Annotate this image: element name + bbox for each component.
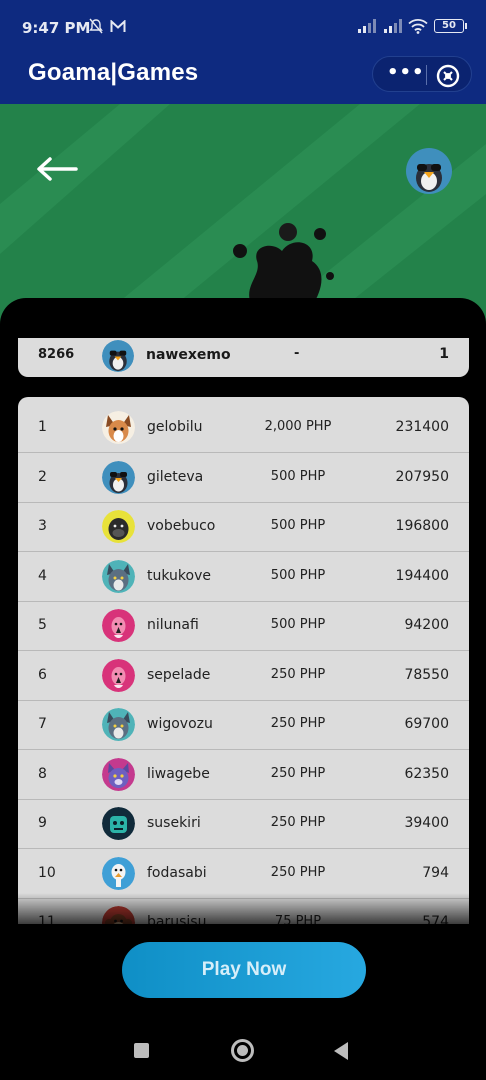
leaderboard-list[interactable]: 1 gelobilu 2,000 PHP 231400 2 gileteva 500 PHP… — [18, 397, 469, 924]
player-name: sepelade — [147, 666, 211, 683]
signal-icon — [358, 19, 376, 33]
avatar — [102, 856, 135, 890]
player-name: liwagebe — [147, 765, 210, 782]
home-icon[interactable] — [231, 1039, 254, 1062]
rank: 10 — [38, 864, 56, 881]
score: 94200 — [404, 617, 449, 633]
more-icon[interactable]: ••• — [387, 64, 424, 83]
prize: 250 PHP — [270, 765, 326, 781]
prize: 500 PHP — [270, 617, 326, 632]
leaderboard-row: 9 susekiri 250 PHP 39400 — [18, 799, 469, 849]
status-bar: 9:47 PM 50 — [0, 0, 486, 46]
player-name: tukukove — [147, 567, 211, 584]
avatar — [102, 609, 135, 642]
close-circle-icon[interactable] — [435, 63, 461, 89]
rank: 7 — [38, 716, 47, 732]
score: 194400 — [395, 567, 449, 584]
prize: 500 PHP — [270, 518, 326, 533]
prize: 500 PHP — [270, 468, 326, 484]
signal-icon — [384, 19, 402, 33]
rank: 6 — [38, 666, 47, 683]
mini-app-capsule: ••• — [372, 56, 472, 92]
score: 231400 — [395, 419, 449, 435]
leaderboard-row: 4 tukukove 500 PHP 194400 — [18, 552, 469, 602]
capsule-divider — [426, 65, 427, 85]
recents-icon[interactable] — [134, 1043, 149, 1058]
play-now-button[interactable]: Play Now — [122, 942, 366, 998]
player-name: vobebuco — [147, 518, 216, 534]
prize: 500 PHP — [270, 567, 326, 583]
leaderboard-row: 1 gelobilu 2,000 PHP 231400 — [18, 403, 469, 453]
prize: 2,000 PHP — [264, 419, 332, 434]
prize: 250 PHP — [270, 716, 326, 731]
player-name: gileteva — [147, 468, 204, 485]
player-name: wigovozu — [147, 716, 213, 732]
prize: 250 PHP — [270, 864, 326, 880]
score: 196800 — [395, 518, 449, 534]
app-bar: Goama|Games ••• — [0, 46, 486, 104]
avatar — [102, 757, 135, 791]
leaderboard-row: 5 nilunafi 500 PHP 94200 — [18, 601, 469, 651]
rank: 3 — [38, 518, 47, 534]
score: 62350 — [404, 765, 449, 782]
score: 78550 — [404, 666, 449, 683]
back-arrow-icon[interactable] — [34, 154, 80, 184]
rank: 9 — [38, 815, 47, 831]
prize: 250 PHP — [270, 815, 326, 830]
current-player-row: 8266 nawexemo - 1 — [18, 338, 469, 377]
splash-decoration — [233, 223, 334, 306]
leaderboard-row: 8 liwagebe 250 PHP 62350 — [18, 750, 469, 800]
wifi-icon — [408, 19, 428, 34]
battery-icon: 50 — [434, 19, 467, 33]
rank: 8266 — [38, 347, 75, 362]
avatar — [102, 460, 135, 494]
leaderboard-row: 6 sepelade 250 PHP 78550 — [18, 651, 469, 701]
profile-avatar[interactable] — [406, 148, 452, 194]
score: 39400 — [404, 815, 449, 831]
rank: 1 — [38, 419, 47, 435]
leaderboard-row: 7 wigovozu 250 PHP 69700 — [18, 700, 469, 750]
prize: - — [294, 346, 300, 361]
mute-icon — [89, 18, 103, 34]
score: 1 — [439, 346, 449, 362]
player-name: gelobilu — [147, 419, 203, 435]
scroll-fade — [18, 893, 469, 925]
back-icon[interactable] — [334, 1042, 348, 1060]
leaderboard-row: 2 gileteva 500 PHP 207950 — [18, 453, 469, 503]
player-name: fodasabi — [147, 864, 207, 881]
status-time: 9:47 PM — [22, 19, 91, 37]
score: 207950 — [395, 468, 449, 485]
player-name: nilunafi — [147, 617, 199, 633]
prize: 250 PHP — [270, 666, 326, 682]
leaderboard-row: 3 vobebuco 500 PHP 196800 — [18, 502, 469, 552]
rank: 8 — [38, 765, 47, 782]
avatar — [102, 411, 135, 444]
system-nav-bar — [0, 1020, 486, 1080]
leaderboard-row: 10 fodasabi 250 PHP 794 — [18, 849, 469, 899]
score: 794 — [422, 864, 449, 881]
avatar — [102, 340, 134, 372]
rank: 4 — [38, 567, 47, 584]
mail-icon — [110, 20, 126, 32]
avatar — [102, 559, 135, 593]
rank: 5 — [38, 617, 47, 633]
player-name: susekiri — [147, 815, 201, 831]
avatar — [102, 510, 135, 543]
avatar — [102, 708, 135, 741]
app-title: Goama|Games — [28, 59, 199, 86]
player-name: nawexemo — [146, 347, 231, 363]
score: 69700 — [404, 716, 449, 732]
avatar — [102, 658, 135, 692]
rank: 2 — [38, 468, 47, 485]
avatar — [102, 807, 135, 840]
